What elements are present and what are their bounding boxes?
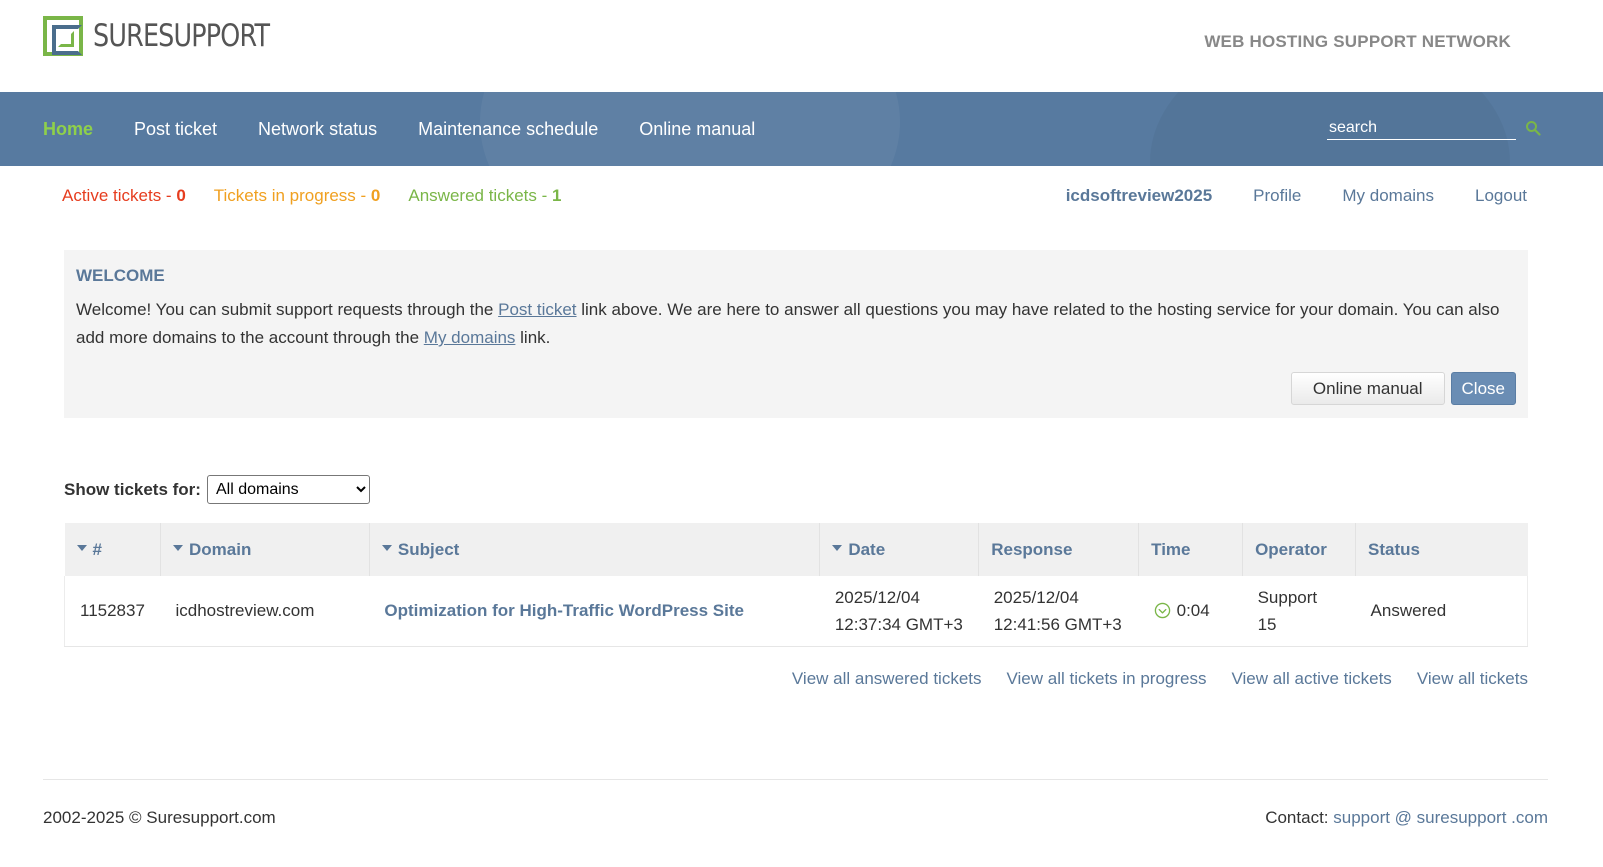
my-domains-link[interactable]: My domains: [1342, 186, 1434, 206]
ticket-time-cell: 0:04: [1138, 576, 1243, 647]
progress-tickets-label: Tickets in progress -: [213, 186, 371, 205]
nav-online-manual[interactable]: Online manual: [639, 119, 755, 140]
contact-label: Contact:: [1265, 808, 1334, 827]
column-header-time: Time: [1138, 523, 1244, 576]
my-domains-inline-link[interactable]: My domains: [424, 328, 516, 347]
nav-home[interactable]: Home: [43, 119, 93, 140]
nav-network-status[interactable]: Network status: [258, 119, 377, 140]
view-answered-tickets-link[interactable]: View all answered tickets: [792, 669, 982, 689]
column-header-response: Response: [978, 523, 1140, 576]
logo-mark-icon: [43, 16, 83, 56]
profile-link[interactable]: Profile: [1253, 186, 1301, 206]
column-header-date[interactable]: Date: [819, 523, 980, 576]
ticket-status-bar: Active tickets - 0 Tickets in progress -…: [62, 182, 1527, 210]
active-tickets-label: Active tickets -: [62, 186, 177, 205]
domain-select[interactable]: All domains: [206, 475, 370, 504]
view-links: View all answered tickets View all ticke…: [767, 669, 1528, 689]
logo-text: SURESUPPORT: [93, 18, 270, 54]
footer-divider: [43, 779, 1548, 780]
page-header: SURESUPPORT WEB HOSTING SUPPORT NETWORK: [0, 0, 1603, 92]
view-progress-tickets-link[interactable]: View all tickets in progress: [1007, 669, 1207, 689]
ticket-response: 2025/12/04 12:41:56 GMT+3: [978, 576, 1139, 647]
search-icon[interactable]: [1525, 120, 1541, 136]
close-button[interactable]: Close: [1450, 372, 1516, 405]
welcome-box: WELCOME Welcome! You can submit support …: [64, 250, 1528, 418]
nav-post-ticket[interactable]: Post ticket: [134, 119, 217, 140]
username: icdsoftreview2025: [1065, 186, 1213, 205]
contact: Contact: support @ suresupport .com: [1265, 808, 1548, 828]
nav-maintenance-schedule[interactable]: Maintenance schedule: [418, 119, 598, 140]
ticket-subject-link[interactable]: Optimization for High-Traffic WordPress …: [384, 601, 744, 620]
column-header-id[interactable]: #: [64, 523, 161, 576]
welcome-text-part: link.: [515, 328, 551, 347]
sort-arrow-icon: [381, 545, 392, 552]
domain-filter: Show tickets for: All domains: [64, 475, 370, 504]
logout-link[interactable]: Logout: [1475, 186, 1527, 206]
table-header-row: # Domain Subject Date Response Time Oper…: [64, 523, 1528, 576]
progress-tickets-number: 0: [370, 186, 381, 205]
ticket-date-day: 2025/12/04: [834, 587, 920, 607]
active-tickets-count[interactable]: Active tickets - 0: [62, 186, 186, 206]
site-tagline: WEB HOSTING SUPPORT NETWORK: [1204, 32, 1511, 51]
ticket-date-time: 12:37:34 GMT+3: [834, 614, 963, 634]
check-circle-icon: [1154, 603, 1170, 619]
filter-label: Show tickets for:: [64, 479, 201, 499]
ticket-id: 1152837: [64, 576, 161, 647]
search-input[interactable]: [1327, 116, 1516, 140]
progress-tickets-count[interactable]: Tickets in progress - 0: [214, 186, 381, 206]
column-header-subject[interactable]: Subject: [369, 523, 821, 576]
sort-arrow-icon: [832, 545, 843, 552]
online-manual-button[interactable]: Online manual: [1290, 372, 1445, 405]
answered-tickets-count[interactable]: Answered tickets - 1: [408, 186, 561, 206]
ticket-operator: Support 15: [1242, 576, 1356, 647]
ticket-subject-cell: Optimization for High-Traffic WordPress …: [369, 576, 820, 647]
contact-email-link[interactable]: support @ suresupport .com: [1333, 808, 1548, 827]
tickets-table: # Domain Subject Date Response Time Oper…: [64, 523, 1528, 647]
answered-tickets-label: Answered tickets -: [408, 186, 552, 205]
copyright: 2002-2025 © Suresupport.com: [43, 808, 276, 827]
column-header-operator: Operator: [1242, 523, 1357, 576]
view-active-tickets-link[interactable]: View all active tickets: [1232, 669, 1392, 689]
ticket-status: Answered: [1355, 576, 1528, 647]
welcome-text: Welcome! You can submit support requests…: [76, 296, 1516, 352]
ticket-response-day: 2025/12/04: [993, 587, 1079, 607]
post-ticket-inline-link[interactable]: Post ticket: [498, 300, 576, 319]
site-logo[interactable]: SURESUPPORT: [43, 16, 308, 56]
ticket-response-time: 12:41:56 GMT+3: [993, 614, 1122, 634]
main-nav: Home Post ticket Network status Maintena…: [0, 92, 1603, 166]
table-row[interactable]: 1152837 icdhostreview.com Optimization f…: [64, 576, 1528, 647]
column-header-status: Status: [1355, 523, 1528, 576]
sort-arrow-icon: [172, 545, 183, 552]
ticket-time: 0:04: [1176, 601, 1210, 621]
ticket-date: 2025/12/04 12:37:34 GMT+3: [819, 576, 979, 647]
header-label: Subject: [397, 539, 460, 559]
header-label: #: [92, 539, 102, 559]
sort-arrow-icon: [76, 545, 87, 552]
column-header-domain[interactable]: Domain: [160, 523, 370, 576]
header-label: Domain: [188, 539, 252, 559]
search-box: [1327, 116, 1547, 142]
ticket-domain: icdhostreview.com: [160, 576, 370, 647]
view-all-tickets-link[interactable]: View all tickets: [1417, 669, 1528, 689]
header-label: Date: [848, 539, 886, 559]
welcome-text-part: Welcome! You can submit support requests…: [76, 300, 499, 319]
active-tickets-number: 0: [176, 186, 186, 205]
answered-tickets-number: 1: [552, 186, 562, 205]
welcome-title: WELCOME: [76, 266, 165, 285]
